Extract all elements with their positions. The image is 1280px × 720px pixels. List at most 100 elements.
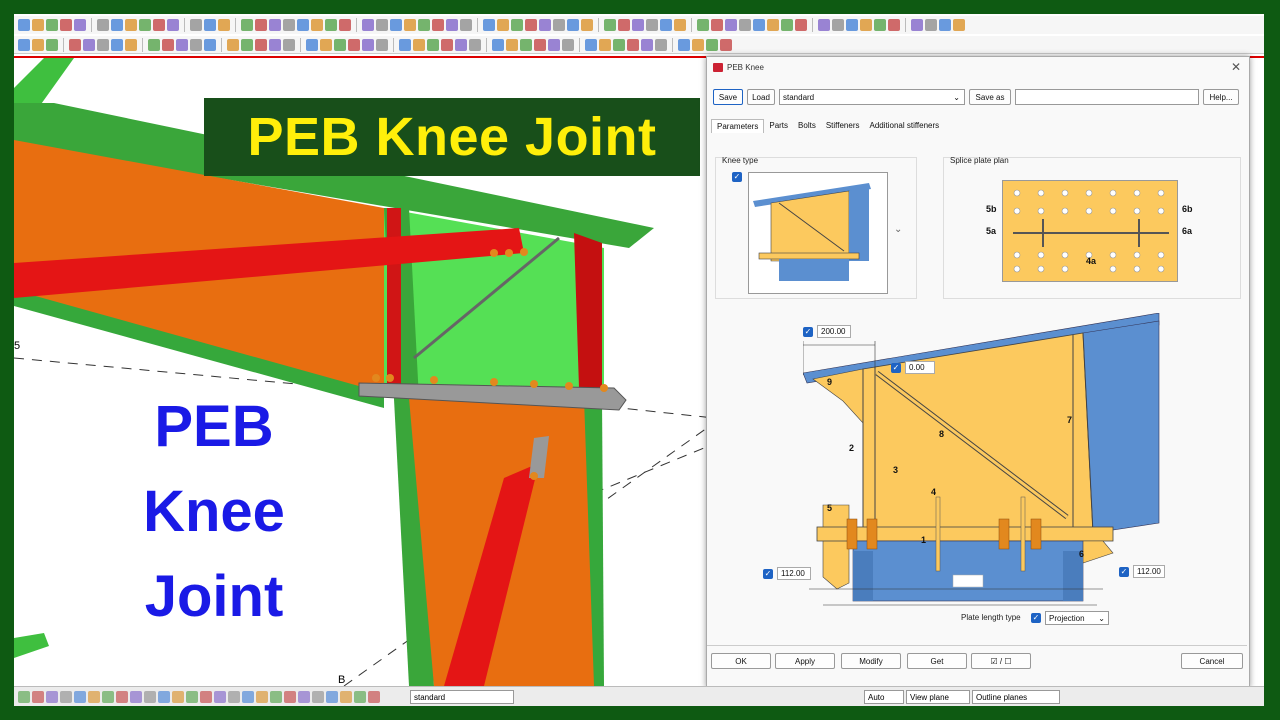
toolbar-tool-icon[interactable] — [599, 38, 611, 51]
toolbar-tool-icon[interactable] — [506, 38, 518, 51]
toolbar-tool-icon[interactable] — [241, 38, 253, 51]
dim-left-input[interactable]: 112.00 — [777, 567, 811, 580]
toolbar-tool-icon[interactable] — [390, 19, 402, 31]
toolbar-tool-icon[interactable] — [362, 38, 374, 51]
toolbar-tool-icon[interactable] — [446, 19, 458, 31]
statusbar-snap-icon[interactable] — [74, 690, 86, 703]
statusbar-snap-icon[interactable] — [354, 690, 366, 703]
dim-top-input[interactable]: 200.00 — [817, 325, 851, 338]
toolbar-tool-icon[interactable] — [283, 19, 295, 31]
toolbar-tool-icon[interactable] — [325, 19, 337, 31]
toolbar-tool-icon[interactable] — [148, 38, 160, 51]
toolbar-tool-icon[interactable] — [781, 19, 793, 31]
chevron-down-icon[interactable]: ⌄ — [894, 224, 902, 235]
toolbar-tool-icon[interactable] — [255, 19, 267, 31]
toolbar-tool-icon[interactable] — [660, 19, 672, 31]
dim-offset-checkbox[interactable]: ✓ — [891, 363, 901, 373]
tab-parameters[interactable]: Parameters — [711, 119, 765, 133]
toolbar-tool-icon[interactable] — [362, 19, 374, 31]
snap-select[interactable]: Auto — [864, 690, 904, 704]
toolbar-tool-icon[interactable] — [706, 38, 718, 51]
toolbar-tool-icon[interactable] — [469, 38, 481, 51]
toolbar-tool-icon[interactable] — [795, 19, 807, 31]
toolbar-tool-icon[interactable] — [562, 38, 574, 51]
toolbar-tool-icon[interactable] — [548, 38, 560, 51]
toolbar-tool-icon[interactable] — [911, 19, 923, 31]
statusbar-snap-icon[interactable] — [158, 690, 170, 703]
toolbar-tool-icon[interactable] — [311, 19, 323, 31]
toolbar-tool-icon[interactable] — [283, 38, 295, 51]
toolbar-tool-icon[interactable] — [348, 38, 360, 51]
toolbar-tool-icon[interactable] — [585, 38, 597, 51]
toolbar-tool-icon[interactable] — [646, 19, 658, 31]
statusbar-snap-icon[interactable] — [130, 690, 142, 703]
toolbar-tool-icon[interactable] — [139, 19, 151, 31]
toolbar-tool-icon[interactable] — [441, 38, 453, 51]
toolbar-tool-icon[interactable] — [534, 38, 546, 51]
toolbar-tool-icon[interactable] — [60, 19, 72, 31]
save-button[interactable]: Save — [713, 89, 743, 105]
toolbar-tool-icon[interactable] — [497, 19, 509, 31]
statusbar-snap-icon[interactable] — [144, 690, 156, 703]
outline-planes-select[interactable]: Outline planes — [972, 690, 1060, 704]
statusbar-snap-icon[interactable] — [46, 690, 58, 703]
toolbar-tool-icon[interactable] — [818, 19, 830, 31]
statusbar-snap-icon[interactable] — [228, 690, 240, 703]
statusbar-snap-icon[interactable] — [312, 690, 324, 703]
dim-left-checkbox[interactable]: ✓ — [763, 569, 773, 579]
statusbar-snap-icon[interactable] — [186, 690, 198, 703]
toolbar-tool-icon[interactable] — [520, 38, 532, 51]
toolbar-tool-icon[interactable] — [767, 19, 779, 31]
toolbar-tool-icon[interactable] — [725, 19, 737, 31]
toolbar-tool-icon[interactable] — [255, 38, 267, 51]
toolbar-tool-icon[interactable] — [418, 19, 430, 31]
toolbar-tool-icon[interactable] — [74, 19, 86, 31]
toolbar-tool-icon[interactable] — [641, 38, 653, 51]
close-icon[interactable]: ✕ — [1231, 60, 1241, 74]
statusbar-snap-icon[interactable] — [18, 690, 30, 703]
plate-length-type-checkbox[interactable]: ✓ — [1031, 613, 1041, 623]
statusbar-snap-icon[interactable] — [368, 690, 380, 703]
statusbar-snap-icon[interactable] — [284, 690, 296, 703]
toolbar-tool-icon[interactable] — [18, 38, 30, 51]
view-plane-select[interactable]: View plane — [906, 690, 970, 704]
toolbar-tool-icon[interactable] — [697, 19, 709, 31]
toolbar-tool-icon[interactable] — [376, 19, 388, 31]
toolbar-tool-icon[interactable] — [18, 19, 30, 31]
statusbar-snap-icon[interactable] — [200, 690, 212, 703]
statusbar-snap-icon[interactable] — [256, 690, 268, 703]
toolbar-tool-icon[interactable] — [83, 38, 95, 51]
toolbar-tool-icon[interactable] — [399, 38, 411, 51]
statusbar-snap-icon[interactable] — [88, 690, 100, 703]
save-as-input[interactable] — [1015, 89, 1199, 105]
dim-right-input[interactable]: 112.00 — [1133, 565, 1165, 578]
toolbar-tool-icon[interactable] — [125, 19, 137, 31]
toolbar-tool-icon[interactable] — [404, 19, 416, 31]
toolbar-tool-icon[interactable] — [125, 38, 137, 51]
dim-offset-input[interactable]: 0.00 — [905, 361, 935, 374]
toolbar-tool-icon[interactable] — [720, 38, 732, 51]
toolbar-tool-icon[interactable] — [204, 38, 216, 51]
toolbar-tool-icon[interactable] — [711, 19, 723, 31]
toolbar-tool-icon[interactable] — [227, 38, 239, 51]
toolbar-tool-icon[interactable] — [167, 19, 179, 31]
save-as-button[interactable]: Save as — [969, 89, 1011, 105]
toolbar-tool-icon[interactable] — [46, 38, 58, 51]
toolbar-tool-icon[interactable] — [553, 19, 565, 31]
toolbar-tool-icon[interactable] — [176, 38, 188, 51]
toolbar-tool-icon[interactable] — [111, 38, 123, 51]
toolbar-tool-icon[interactable] — [632, 19, 644, 31]
toolbar-tool-icon[interactable] — [269, 38, 281, 51]
toolbar-tool-icon[interactable] — [692, 38, 704, 51]
plate-length-type-select[interactable]: Projection ⌄ — [1045, 611, 1109, 625]
tab-additional-stiffeners[interactable]: Additional stiffeners — [864, 119, 944, 133]
toolbar-tool-icon[interactable] — [190, 38, 202, 51]
toolbar-tool-icon[interactable] — [46, 19, 58, 31]
toolbar-tool-icon[interactable] — [492, 38, 504, 51]
toolbar-tool-icon[interactable] — [190, 19, 202, 31]
statusbar-snap-icon[interactable] — [214, 690, 226, 703]
statusbar-snap-icon[interactable] — [326, 690, 338, 703]
ok-button[interactable]: OK — [711, 653, 771, 669]
statusbar-snap-icon[interactable] — [60, 690, 72, 703]
toolbar-tool-icon[interactable] — [269, 19, 281, 31]
